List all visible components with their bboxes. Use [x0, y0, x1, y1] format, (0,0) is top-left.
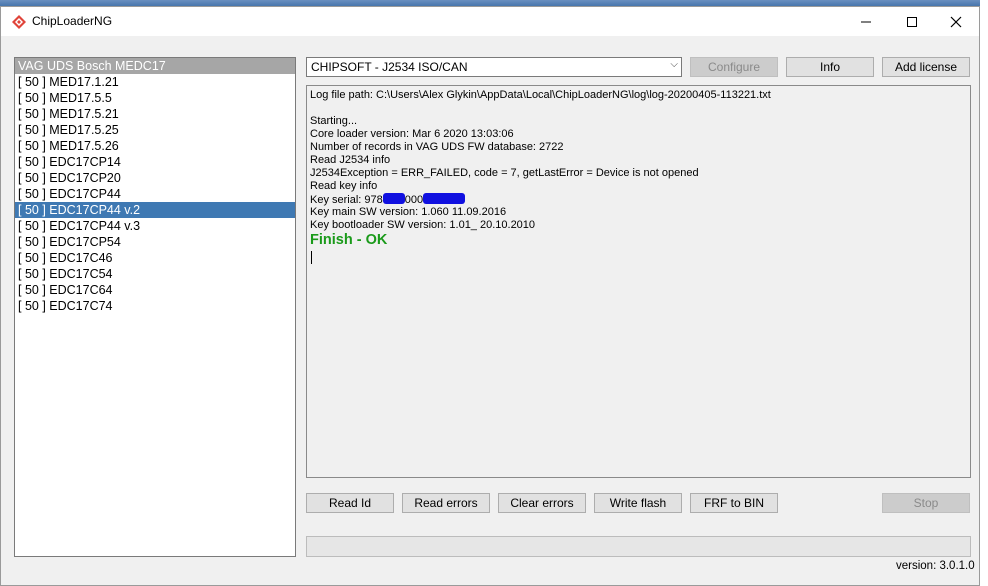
log-line: Number of records in VAG UDS FW database…	[310, 141, 564, 153]
log-line: Read J2534 info	[310, 154, 391, 166]
list-item[interactable]: [ 50 ] MED17.5.21	[15, 106, 295, 122]
configure-button[interactable]: Configure	[690, 57, 778, 77]
list-item[interactable]: [ 50 ] EDC17CP54	[15, 234, 295, 250]
list-item[interactable]: [ 50 ] EDC17C54	[15, 266, 295, 282]
maximize-icon	[907, 16, 917, 27]
log-line: J2534Exception = ERR_FAILED, code = 7, g…	[310, 167, 699, 179]
list-item[interactable]: [ 50 ] MED17.5.26	[15, 138, 295, 154]
write-flash-button[interactable]: Write flash	[594, 493, 682, 513]
list-item[interactable]: [ 50 ] EDC17CP44 v.3	[15, 218, 295, 234]
log-line: Core loader version: Mar 6 2020 13:03:06	[310, 128, 514, 140]
redaction-mark	[423, 193, 466, 204]
minimize-icon	[861, 21, 871, 22]
list-item[interactable]: [ 50 ] MED17.5.5	[15, 90, 295, 106]
close-icon	[950, 16, 962, 27]
read-errors-button[interactable]: Read errors	[402, 493, 490, 513]
protocol-list[interactable]: VAG UDS Bosch MEDC17 [ 50 ] MED17.1.21 […	[14, 57, 296, 557]
clear-errors-button[interactable]: Clear errors	[498, 493, 586, 513]
interface-select-value: CHIPSOFT - J2534 ISO/CAN	[311, 60, 468, 74]
frf-to-bin-button[interactable]: FRF to BIN	[690, 493, 778, 513]
version-label: version: 3.0.1.0	[896, 560, 975, 572]
log-line: Read key info	[310, 180, 378, 192]
list-item[interactable]: [ 50 ] EDC17CP14	[15, 154, 295, 170]
chevron-down-icon[interactable]: ⌵	[670, 59, 678, 70]
main-window: ChipLoaderNG VAG UDS Bosch MEDC17 [ 50 ]…	[0, 6, 980, 586]
desktop-background-window	[980, 0, 988, 586]
list-item-selected[interactable]: [ 50 ] EDC17CP44 v.2	[15, 202, 295, 218]
interface-select[interactable]: CHIPSOFT - J2534 ISO/CAN ⌵	[306, 57, 682, 77]
stop-button[interactable]: Stop	[882, 493, 970, 513]
minimize-button[interactable]	[843, 7, 889, 36]
log-line: Key main SW version: 1.060 11.09.2016	[310, 206, 507, 218]
finish-status: Finish - OK	[310, 232, 388, 248]
chiploader-app-icon	[12, 15, 26, 29]
list-item[interactable]: [ 50 ] EDC17C74	[15, 298, 295, 314]
key-serial-mid: 000	[404, 194, 424, 206]
list-item[interactable]: [ 50 ] EDC17CP44	[15, 186, 295, 202]
list-item[interactable]: [ 50 ] EDC17CP20	[15, 170, 295, 186]
key-serial-line: Key serial: 978 000	[310, 193, 466, 206]
list-item[interactable]: [ 50 ] EDC17C46	[15, 250, 295, 266]
redaction-mark	[382, 193, 405, 204]
close-button[interactable]	[933, 7, 979, 36]
list-item[interactable]: [ 50 ] MED17.5.25	[15, 122, 295, 138]
log-path-line: Log file path: C:\Users\Alex Glykin\AppD…	[310, 89, 771, 101]
log-output[interactable]: Log file path: C:\Users\Alex Glykin\AppD…	[306, 85, 971, 478]
protocol-list-header[interactable]: VAG UDS Bosch MEDC17	[15, 58, 295, 74]
list-item[interactable]: [ 50 ] EDC17C64	[15, 282, 295, 298]
info-button[interactable]: Info	[786, 57, 874, 77]
list-item[interactable]: [ 50 ] MED17.1.21	[15, 74, 295, 90]
title-bar[interactable]: ChipLoaderNG	[1, 7, 979, 36]
log-line: Starting...	[310, 115, 358, 127]
add-license-button[interactable]: Add license	[882, 57, 970, 77]
window-title: ChipLoaderNG	[32, 14, 113, 28]
log-line: Key bootloader SW version: 1.01_ 20.10.2…	[310, 219, 536, 231]
read-id-button[interactable]: Read Id	[306, 493, 394, 513]
maximize-button[interactable]	[889, 7, 935, 36]
text-cursor	[311, 251, 312, 264]
progress-bar	[306, 536, 971, 557]
key-serial-prefix: Key serial: 978	[310, 194, 383, 206]
